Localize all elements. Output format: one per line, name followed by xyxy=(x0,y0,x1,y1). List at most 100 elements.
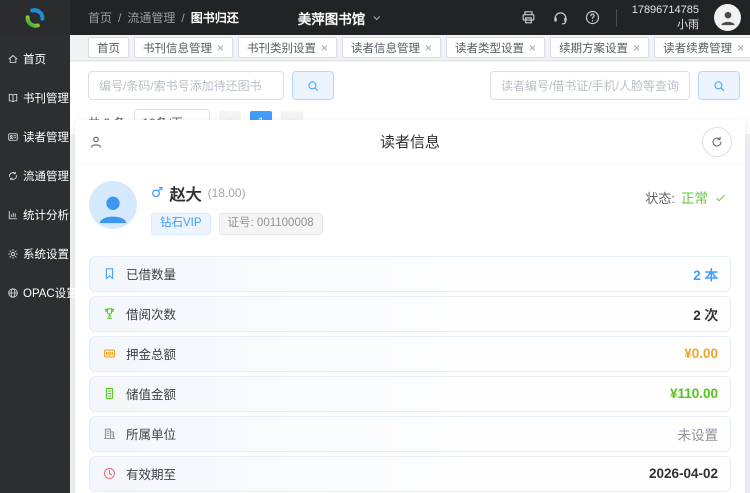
sidebar-item-label: 统计分析 xyxy=(23,209,69,222)
info-row-valid-until: 有效期至 2026-04-02 xyxy=(89,455,731,492)
reader-search-group xyxy=(490,71,740,100)
help-icon[interactable] xyxy=(584,9,601,26)
tab-book-info[interactable]: 书刊信息管理 × xyxy=(134,37,234,58)
info-row-work-unit: 所属单位 未设置 xyxy=(89,415,731,452)
search-icon xyxy=(306,79,320,93)
stats-icon xyxy=(7,209,19,221)
clock-icon xyxy=(102,466,117,481)
row-label-group: 有效期至 xyxy=(102,464,176,483)
sidebar-item-label: 流通管理 xyxy=(23,170,69,183)
info-row-borrow-times: 借阅次数 2 次 xyxy=(89,295,731,332)
row-label: 储值金额 xyxy=(126,388,177,403)
chevron-down-icon xyxy=(370,12,382,24)
row-value: ¥0.00 xyxy=(684,346,718,362)
building-icon xyxy=(102,426,117,441)
row-label: 借阅次数 xyxy=(126,308,177,323)
reader-info-rows: 已借数量 2 本借阅次数 2 次押金总额 ¥0.00 储值金额 ¥110.00 所属单位 未设… xyxy=(75,235,745,492)
reader-main: ♂ 赵大 (18.00) 钻石VIP 证号: 001100008 xyxy=(151,181,645,235)
reader-badges: 钻石VIP 证号: 001100008 xyxy=(151,213,645,235)
sidebar-item-home[interactable]: 首页 xyxy=(0,39,70,78)
divider xyxy=(615,8,617,27)
status-badge: 状态: 正常 xyxy=(645,181,727,207)
tab-home[interactable]: 首页 xyxy=(88,37,129,58)
row-value: 2 次 xyxy=(693,307,718,323)
row-label: 有效期至 xyxy=(126,468,177,483)
top-bar: 首页 / 流通管理 / 图书归还 美萍图书馆 17896714785 小雨 xyxy=(0,0,750,35)
trophy-icon xyxy=(102,306,117,321)
user-phone: 17896714785 xyxy=(631,4,699,17)
breadcrumb-separator: / xyxy=(181,10,185,25)
user-info[interactable]: 17896714785 小雨 xyxy=(632,3,699,32)
row-label-group: 所属单位 xyxy=(102,424,176,443)
sidebar-item-label: 首页 xyxy=(23,53,46,66)
sidebar-item-circulation[interactable]: 流通管理 xyxy=(0,156,70,195)
sidebar-item-system[interactable]: 系统设置 xyxy=(0,234,70,273)
tab-label: 读者信息管理 xyxy=(351,42,421,55)
tab-reader-info[interactable]: 读者信息管理 × xyxy=(342,37,442,58)
bookmark-icon xyxy=(102,266,117,281)
tab-reader-type[interactable]: 读者类型设置 × xyxy=(446,37,546,58)
close-icon[interactable]: × xyxy=(425,42,432,54)
reader-search-input[interactable] xyxy=(490,71,690,100)
sidebar-item-books[interactable]: 书刊管理 xyxy=(0,78,70,117)
customer-service-icon[interactable] xyxy=(552,9,569,26)
breadcrumb-home[interactable]: 首页 xyxy=(88,9,112,26)
row-value: ¥110.00 xyxy=(669,386,718,402)
reader-score: (18.00) xyxy=(207,186,246,200)
panel-title: 读者信息 xyxy=(379,134,441,151)
app-logo[interactable] xyxy=(0,0,70,35)
row-label: 押金总额 xyxy=(126,348,177,363)
sidebar-item-label: 系统设置 xyxy=(23,248,69,261)
tab-label: 续期方案设置 xyxy=(559,42,629,55)
person-icon xyxy=(88,134,104,150)
breadcrumb: 首页 / 流通管理 / 图书归还 xyxy=(88,9,239,26)
male-icon: ♂ xyxy=(151,185,164,201)
close-icon[interactable]: × xyxy=(321,42,328,54)
tab-label: 书刊类别设置 xyxy=(247,42,317,55)
info-row-borrowed-count: 已借数量 2 本 xyxy=(89,255,731,292)
sidebar-item-label: 书刊管理 xyxy=(23,92,69,105)
tab-renewal-plan[interactable]: 续期方案设置 × xyxy=(550,37,650,58)
book-search-button[interactable] xyxy=(292,71,334,100)
tab-label: 首页 xyxy=(97,42,120,55)
search-toolbar xyxy=(70,62,750,100)
logo-icon xyxy=(25,7,45,28)
close-icon[interactable]: × xyxy=(217,42,224,54)
reader-search-button[interactable] xyxy=(698,71,740,100)
sidebar-item-opac[interactable]: OPAC设置 xyxy=(0,273,78,312)
tab-bar: 首页 书刊信息管理 × 书刊类别设置 × 读者信息管理 × 读者类型设置 × 续期方案设置 × 读者续… xyxy=(70,35,750,61)
reader-summary: ♂ 赵大 (18.00) 钻石VIP 证号: 001100008 状态: 正常 xyxy=(75,164,745,235)
status-value: 正常 xyxy=(681,191,708,206)
tab-book-category[interactable]: 书刊类别设置 × xyxy=(238,37,338,58)
close-icon[interactable]: × xyxy=(633,42,640,54)
circulation-icon xyxy=(7,170,19,182)
globe-icon xyxy=(7,287,19,299)
book-search-group xyxy=(88,71,334,100)
row-label-group: 押金总额 xyxy=(102,344,176,363)
breadcrumb-circulation[interactable]: 流通管理 xyxy=(127,9,175,26)
top-right-tools: 17896714785 小雨 xyxy=(520,3,750,32)
tab-label: 读者类型设置 xyxy=(455,42,525,55)
close-icon[interactable]: × xyxy=(529,42,536,54)
book-search-input[interactable] xyxy=(88,71,284,100)
row-label: 已借数量 xyxy=(126,268,177,283)
sidebar-item-label: 读者管理 xyxy=(23,131,69,144)
status-label: 状态: xyxy=(645,190,675,206)
breadcrumb-current: 图书归还 xyxy=(190,11,239,25)
tab-label: 书刊信息管理 xyxy=(143,42,212,55)
library-name: 美萍图书馆 xyxy=(297,11,366,27)
tab-label: 读者续费管理 xyxy=(663,42,733,55)
library-name-dropdown[interactable]: 美萍图书馆 xyxy=(298,8,383,28)
avatar[interactable] xyxy=(714,4,741,31)
reader-name-line: ♂ 赵大 (18.00) xyxy=(151,181,645,205)
printer-icon[interactable] xyxy=(520,9,537,26)
books-icon xyxy=(7,92,19,104)
sidebar-item-stats[interactable]: 统计分析 xyxy=(0,195,70,234)
reader-info-panel: 读者信息 ♂ 赵大 (18.00) 钻石VIP 证号: 001100008 状态… xyxy=(75,120,745,493)
close-icon[interactable]: × xyxy=(737,42,744,54)
reader-card-icon xyxy=(7,131,19,143)
tab-reader-renewal[interactable]: 读者续费管理 × xyxy=(654,37,750,58)
sidebar-item-readers[interactable]: 读者管理 xyxy=(0,117,70,156)
refresh-button[interactable] xyxy=(702,126,732,157)
info-row-stored-value: 储值金额 ¥110.00 xyxy=(89,375,731,412)
